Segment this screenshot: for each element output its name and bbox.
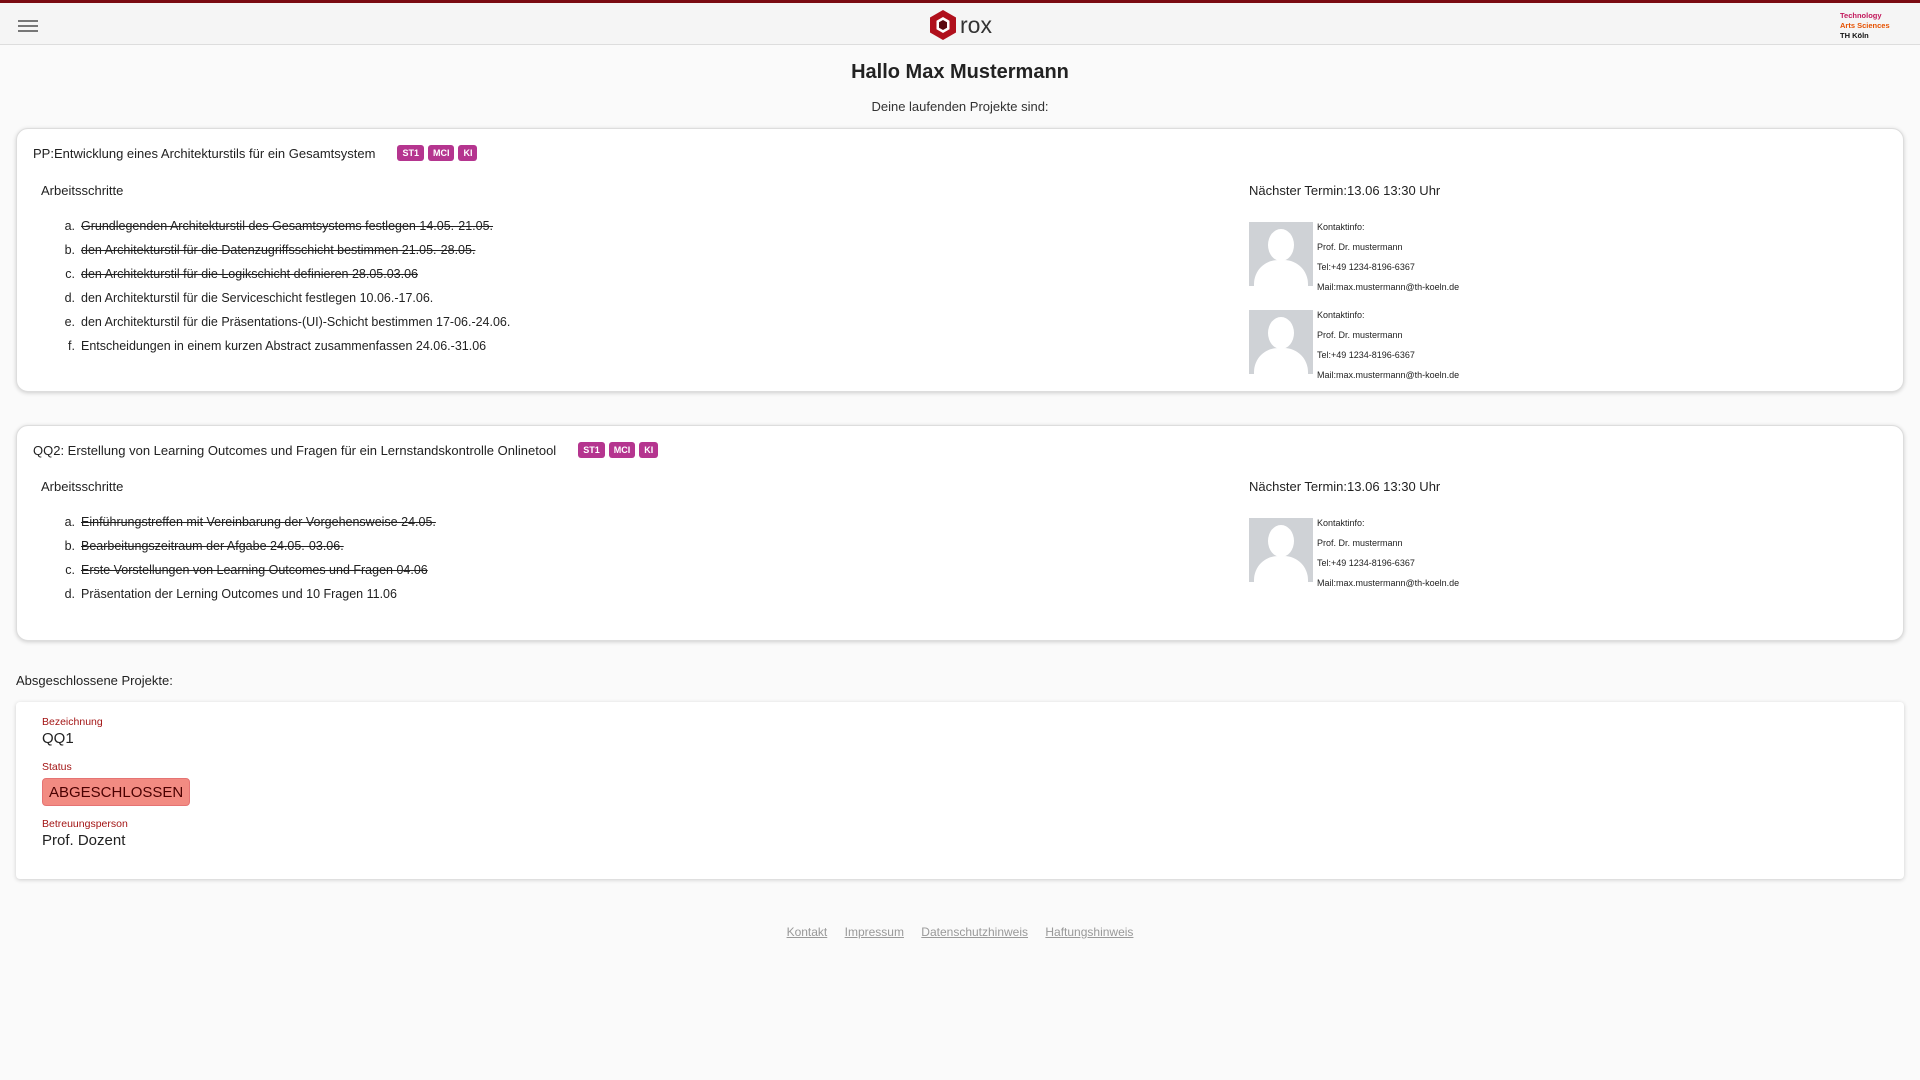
step-marker: d. [64,587,75,601]
contact-name: Prof. Dr. mustermann [1317,538,1403,548]
step-text: den Architekturstil für die Serviceschic… [81,291,434,305]
contact-phone: Tel:+49 1234-8196-6367 [1317,558,1415,568]
badge[interactable]: ST1 [397,145,424,161]
avatar [1249,222,1313,286]
badge[interactable]: MCI [608,442,636,458]
step-marker: d. [64,291,75,305]
step-text: Einführungstreffen mit Vereinbarung der … [81,515,436,529]
badge[interactable]: ST1 [578,442,605,458]
contact-mail[interactable]: Mail:max.mustermann@th-koeln.de [1317,578,1459,598]
contact-mail[interactable]: Mail:max.mustermann@th-koeln.de [1317,370,1459,390]
university-logo: Technology Arts Sciences TH Köln [1840,11,1896,41]
step-marker: b. [64,243,75,257]
next-appointment: Nächster Termin:13.06 13:30 Uhr [1249,183,1441,198]
step-text: Bearbeitungszeitraum der Afgabe 24.05.-0… [81,539,344,553]
completed-project-card: Bezeichnung QQ1 Status ABGESCHLOSSEN Bet… [16,702,1904,879]
step-item: c. den Architekturstil für die Logikschic… [57,267,510,291]
step-text: Entscheidungen in einem kurzen Abstract … [81,339,487,353]
step-marker: a. [64,219,75,233]
footer-link-datenschutz[interactable]: Datenschutzhinweis [921,925,1028,939]
contact-name: Prof. Dr. mustermann [1317,242,1403,252]
step-marker: a. [64,515,75,529]
steps-heading: Arbeitsschritte [41,183,124,198]
steps-list: a. Grundlegenden Architekturstil des Gesa… [57,219,511,363]
contact-card: Kontaktinfo: Prof. Dr. mustermann Tel:+4… [1249,222,1509,292]
project-title: PP:Entwicklung eines Architekturstils fü… [33,145,376,161]
step-text: den Architekturstil für die Präsentation… [81,315,511,329]
contact-card: Kontaktinfo: Prof. Dr. mustermann Tel:+4… [1249,310,1509,380]
designation-value: QQ1 [42,730,74,747]
contact-card: Kontaktinfo: Prof. Dr. mustermann Tel:+4… [1249,518,1509,588]
footer-link-impressum[interactable]: Impressum [845,925,904,939]
step-item: a. Einführungstreffen mit Vereinbarung de… [57,515,436,539]
footer-link-kontakt[interactable]: Kontakt [787,925,828,939]
contact-phone: Tel:+49 1234-8196-6367 [1317,262,1415,272]
supervisor-label: Betreuungsperson [42,818,128,830]
step-marker: c. [65,267,75,281]
footer: Kontakt Impressum Datenschutzhinweis Haf… [0,925,1920,939]
status-label: Status [42,761,72,773]
status-badge: ABGESCHLOSSEN [42,778,191,806]
avatar [1249,310,1313,374]
project-title: QQ2: Erstellung von Learning Outcomes un… [33,442,557,458]
contact-phone: Tel:+49 1234-8196-6367 [1317,350,1415,360]
contact-info: Kontaktinfo: Prof. Dr. mustermann Tel:+4… [1317,310,1459,390]
badge[interactable]: KI [458,145,478,161]
supervisor-value: Prof. Dozent [42,832,126,849]
contact-label: Kontaktinfo: [1317,518,1365,528]
avatar [1249,518,1313,582]
step-item: c. Erste Vorstellungen von Learning Outco… [57,563,436,587]
step-item: d. den Architekturstil für die Servicesch… [57,291,510,315]
step-text: Erste Vorstellungen von Learning Outcome… [81,563,428,577]
university-logo-line-1: Technology [1840,11,1882,20]
page-subtitle: Deine laufenden Projekte sind: [871,99,1049,114]
page-title: Hallo Max Mustermann [851,61,1069,83]
project-badges: ST1 MCI KI [578,442,662,458]
step-marker: c. [65,563,75,577]
hexagon-logo-icon [930,10,956,40]
project-title-row: QQ2: Erstellung von Learning Outcomes un… [33,442,662,458]
contact-info: Kontaktinfo: Prof. Dr. mustermann Tel:+4… [1317,518,1459,598]
university-logo-line-2: Arts Sciences [1840,21,1890,30]
contact-mail[interactable]: Mail:max.mustermann@th-koeln.de [1317,282,1459,302]
step-item: a. Grundlegenden Architekturstil des Gesa… [57,219,510,243]
step-item: b. den Architekturstil für die Datenzugri… [57,243,510,267]
project-badges: ST1 MCI KI [397,145,481,161]
contact-label: Kontaktinfo: [1317,222,1365,232]
step-text: den Architekturstil für die Logikschicht… [81,267,419,281]
step-text: Grundlegenden Architekturstil des Gesamt… [81,219,494,233]
contact-name: Prof. Dr. mustermann [1317,330,1403,340]
step-marker: e. [64,315,75,329]
badge[interactable]: MCI [427,145,455,161]
step-marker: b. [64,539,75,553]
step-text: den Architekturstil für die Datenzugriff… [81,243,476,257]
steps-heading: Arbeitsschritte [41,479,124,494]
step-item: d. Präsentation der Lerning Outcomes und … [57,587,436,611]
step-item: e. den Architekturstil für die Präsentati… [57,315,511,339]
top-bar: rox Technology Arts Sciences TH Köln [0,0,1920,45]
footer-link-haftung[interactable]: Haftungshinweis [1045,925,1133,939]
project-card: QQ2: Erstellung von Learning Outcomes un… [16,425,1904,641]
next-appointment: Nächster Termin:13.06 13:30 Uhr [1249,479,1441,494]
menu-icon[interactable] [18,17,38,33]
project-card: PP:Entwicklung eines Architekturstils fü… [16,128,1904,392]
steps-list: a. Einführungstreffen mit Vereinbarung de… [57,515,436,611]
university-logo-line-3: TH Köln [1840,31,1869,40]
logo-text: rox [960,11,992,38]
step-item: b. Bearbeitungszeitraum der Afgabe 24.05.… [57,539,436,563]
step-marker: f. [68,339,75,353]
project-title-row: PP:Entwicklung eines Architekturstils fü… [33,145,481,161]
step-text: Präsentation der Lerning Outcomes und 10… [81,587,397,601]
step-item: f. Entscheidungen in einem kurzen Abstrac… [57,339,510,363]
completed-projects-heading: Absgeschlossene Projekte: [16,673,173,688]
badge[interactable]: KI [639,442,659,458]
contact-info: Kontaktinfo: Prof. Dr. mustermann Tel:+4… [1317,222,1459,302]
designation-label: Bezeichnung [42,716,103,728]
logo[interactable]: rox [928,9,992,41]
contact-label: Kontaktinfo: [1317,310,1365,320]
